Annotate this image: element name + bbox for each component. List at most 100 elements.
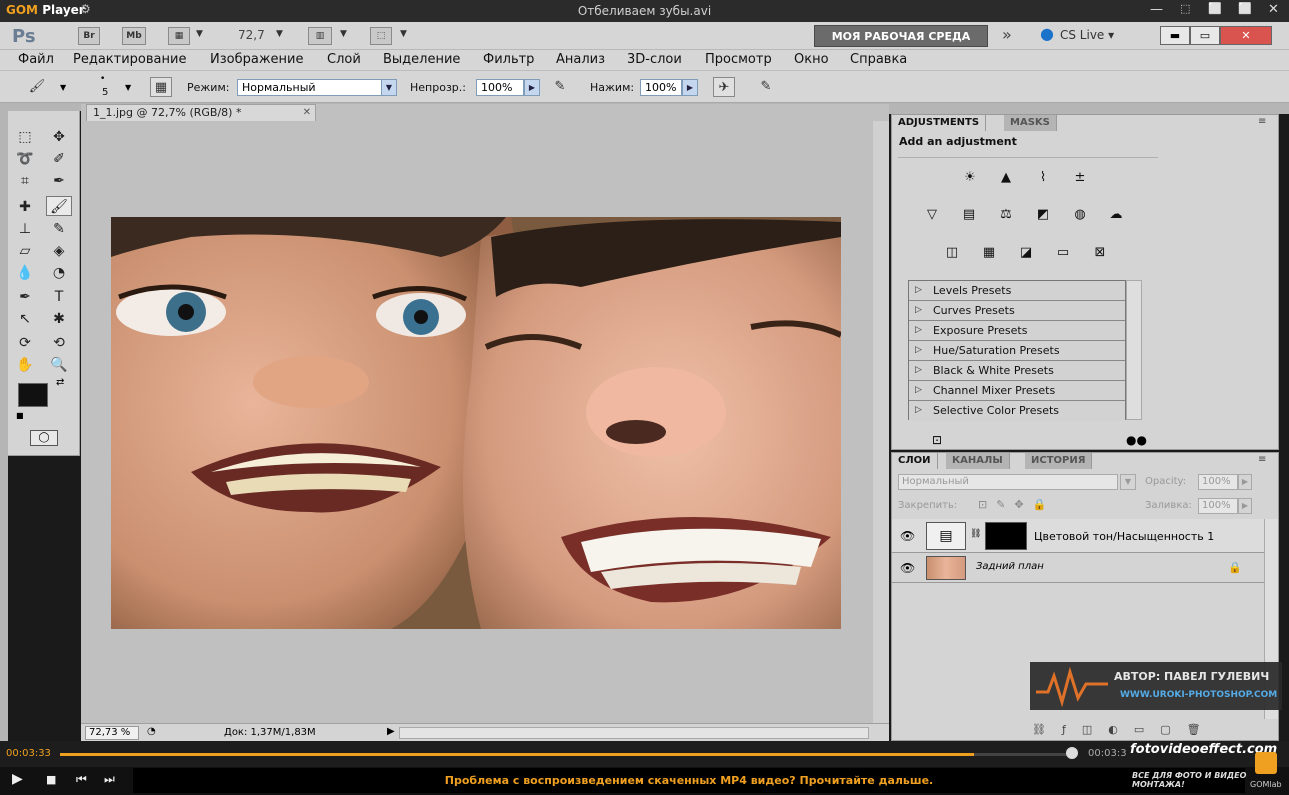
gom-minimize-icon[interactable]: — [1150,2,1163,17]
preset-hue-saturation[interactable]: ▷ Hue/Saturation Presets [909,341,1125,361]
foreground-color-swatch[interactable] [18,383,48,407]
menu-view[interactable]: Просмотр [705,52,772,67]
layer-opacity-input[interactable]: 100% [1198,474,1238,490]
status-menu-arrow-icon[interactable]: ▶ [387,726,395,737]
minibridge-button[interactable]: Mb [122,27,146,45]
layer-name[interactable]: Задний план [976,561,1044,572]
chevron-down-icon[interactable]: ▼ [60,83,66,92]
quick-mask-icon[interactable]: ◯ [30,430,58,446]
layer-row[interactable]: 👁 Задний план 🔒 [892,553,1264,583]
clone-stamp-tool-icon[interactable]: ⊥ [14,219,36,239]
gom-close-icon[interactable]: ✕ [1268,2,1279,17]
path-selection-tool-icon[interactable]: ↖ [14,309,36,329]
chevron-down-icon[interactable]: ▼ [276,29,283,39]
double-chevron-icon[interactable]: » [1002,25,1012,44]
3d-orbit-tool-icon[interactable]: ⟲ [48,333,70,353]
link-icon[interactable]: ⛓ [970,529,981,539]
menu-file[interactable]: Файл [18,52,54,67]
ps-restore-button[interactable]: ▭ [1190,26,1220,45]
horizontal-scrollbar[interactable] [399,727,869,739]
next-icon[interactable]: ⏭ [104,772,115,787]
preset-curves[interactable]: ▷ Curves Presets [909,301,1125,321]
mode-select[interactable]: Нормальный [237,79,397,96]
chevron-down-icon[interactable]: ▼ [340,29,347,39]
black-white-icon[interactable]: ◩ [1029,204,1057,224]
fill-arrow-icon[interactable]: ▶ [1238,498,1252,514]
preset-channel-mixer[interactable]: ▷ Channel Mixer Presets [909,381,1125,401]
brush-tool-preset-icon[interactable]: 🖌 [26,77,48,97]
swap-colors-icon[interactable]: ⇄ [56,377,64,388]
zoom-level[interactable]: 72,7 [238,28,265,42]
lasso-tool-icon[interactable]: ➰ [14,149,36,169]
crop-tool-icon[interactable]: ⌗ [14,171,36,191]
chevron-down-icon[interactable]: ▼ [196,29,203,39]
gradient-map-icon[interactable]: ▭ [1049,242,1077,262]
previous-icon[interactable]: ⏮ [76,772,87,787]
tab-layers[interactable]: СЛОИ [892,453,938,469]
play-icon[interactable]: ▶ [12,771,23,787]
brush-panel-icon[interactable]: ▦ [150,77,172,97]
visibility-eye-icon[interactable]: 👁 [900,561,915,575]
screen-mode-button[interactable]: ⬚ [370,27,392,45]
photo-filter-icon[interactable]: ◍ [1066,204,1094,224]
type-tool-icon[interactable]: T [48,287,70,307]
bridge-button[interactable]: Br [78,27,100,45]
pen-tool-icon[interactable]: ✒ [14,287,36,307]
tablet-pressure-icon[interactable]: ✎ [549,77,571,97]
paint-bucket-tool-icon[interactable]: ◈ [48,241,70,261]
lock-icons[interactable]: ⊡✎✥🔒 [978,498,1055,511]
shape-tool-icon[interactable]: ✱ [48,309,70,329]
move-tool-icon[interactable]: ✥ [48,127,70,147]
dodge-tool-icon[interactable]: ◔ [48,263,70,283]
seek-handle[interactable] [1066,747,1078,759]
healing-brush-tool-icon[interactable]: ✚ [14,197,36,217]
panel-menu-icon[interactable]: ≡ [1258,454,1266,465]
chevron-down-icon[interactable]: ▼ [400,29,407,39]
arrange-documents-button[interactable]: ▥ [308,27,332,45]
blend-mode-select[interactable]: Нормальный [898,474,1118,490]
marquee-tool-icon[interactable]: ⬚ [14,127,36,147]
presets-scrollbar[interactable] [1126,280,1142,420]
blur-tool-icon[interactable]: 💧 [14,263,36,283]
layer-mask-thumbnail[interactable] [985,522,1027,550]
panel-menu-icon[interactable]: ≡ [1258,116,1266,127]
default-colors-icon[interactable]: ■ [16,411,24,420]
mask-options-icon[interactable]: ●● [1126,433,1147,447]
zoom-tool-icon[interactable]: 🔍 [48,355,70,375]
menu-3d[interactable]: 3D-слои [627,52,682,67]
exposure-icon[interactable]: ± [1066,167,1094,187]
document-vertical-scrollbar[interactable] [873,121,889,723]
layers-footer-icons[interactable]: ⛓ƒ◫◐▭▢🗑 [1032,723,1217,736]
close-icon[interactable]: ✕ [303,105,311,120]
fill-input[interactable]: 100% [1198,498,1238,514]
curves-icon[interactable]: ⌇ [1029,167,1057,187]
menu-help[interactable]: Справка [850,52,907,67]
menu-select[interactable]: Выделение [383,52,460,67]
menu-edit[interactable]: Редактирование [73,52,186,67]
status-zoom[interactable]: 72,73 % [85,726,139,740]
stop-icon[interactable]: ■ [46,773,56,786]
preset-exposure[interactable]: ▷ Exposure Presets [909,321,1125,341]
invert-icon[interactable]: ◫ [938,242,966,262]
menu-analysis[interactable]: Анализ [556,52,605,67]
flow-arrow-icon[interactable]: ▶ [682,79,698,96]
preset-levels[interactable]: ▷ Levels Presets [909,281,1125,301]
canvas-image[interactable] [111,217,841,629]
clip-to-layer-icon[interactable]: ⊡ [932,433,942,447]
levels-icon[interactable]: ▲ [992,167,1020,187]
ps-close-button[interactable]: ✕ [1220,26,1272,45]
opacity-arrow-icon[interactable]: ▶ [1238,474,1252,490]
3d-rotate-tool-icon[interactable]: ⟳ [14,333,36,353]
menu-image[interactable]: Изображение [210,52,303,67]
posterize-icon[interactable]: ▦ [975,242,1003,262]
status-icon[interactable]: ◔ [147,726,156,737]
selective-color-icon[interactable]: ⊠ [1086,242,1114,262]
opacity-input[interactable]: 100% [476,79,524,96]
flow-input[interactable]: 100% [640,79,682,96]
eyedropper-tool-icon[interactable]: ✒ [48,171,70,191]
chevron-down-icon[interactable]: ▼ [1120,474,1136,490]
document-tab[interactable]: 1_1.jpg @ 72,7% (RGB/8) * ✕ [86,104,316,121]
threshold-icon[interactable]: ◪ [1012,242,1040,262]
preset-black-white[interactable]: ▷ Black & White Presets [909,361,1125,381]
history-brush-tool-icon[interactable]: ✎ [48,219,70,239]
